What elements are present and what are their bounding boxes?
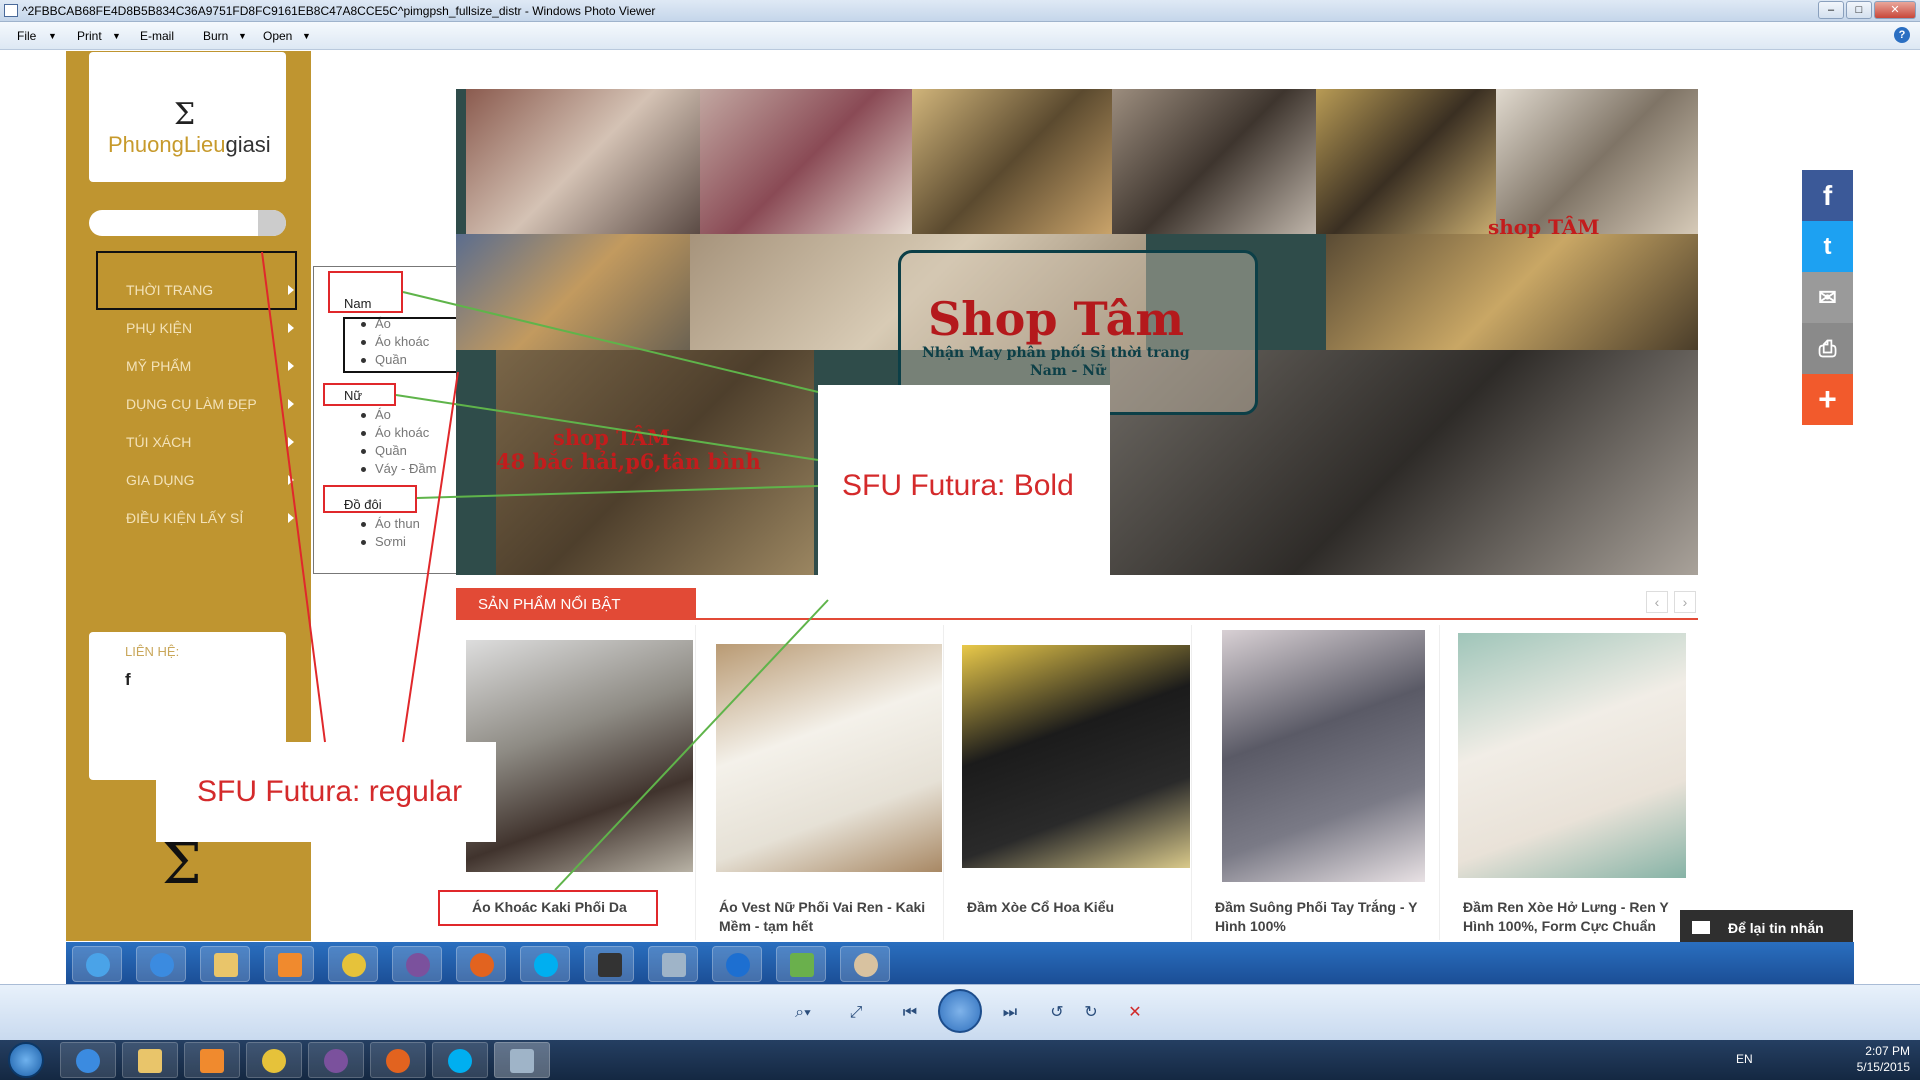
chrome-icon: [328, 946, 378, 982]
facebook-icon[interactable]: f: [1802, 170, 1853, 221]
slideshow-button[interactable]: [938, 989, 982, 1033]
viber-icon[interactable]: [308, 1042, 364, 1078]
leave-message-button[interactable]: Để lại tin nhắn: [1680, 910, 1853, 946]
firefox-icon: [456, 946, 506, 982]
viewer-controls: ⌕▾ ⤢ ⏮ ⏭ ↺ ↻ ✕: [0, 984, 1920, 1040]
twitter-icon[interactable]: t: [1802, 221, 1853, 272]
chrome-icon[interactable]: [246, 1042, 302, 1078]
language-indicator[interactable]: EN: [1736, 1052, 1753, 1066]
print-icon[interactable]: ⎙: [1802, 323, 1853, 374]
firefox-icon[interactable]: [370, 1042, 426, 1078]
control-panel-icon: [776, 946, 826, 982]
app-icon: [584, 946, 634, 982]
clock-date: 5/15/2015: [1856, 1060, 1910, 1074]
leave-message-label: Để lại tin nhắn: [1728, 920, 1824, 936]
viber-icon: [392, 946, 442, 982]
start-icon: [72, 946, 122, 982]
folder-icon: [200, 946, 250, 982]
folder-icon[interactable]: [122, 1042, 178, 1078]
paint-icon: [840, 946, 890, 982]
skype-icon: [520, 946, 570, 982]
media-icon: [264, 946, 314, 982]
media-player-icon[interactable]: [184, 1042, 240, 1078]
rotate-left-icon[interactable]: ↺: [1046, 999, 1068, 1027]
photo-viewer-icon[interactable]: [494, 1042, 550, 1078]
delete-icon[interactable]: ✕: [1124, 999, 1146, 1027]
rotate-right-icon[interactable]: ↻: [1080, 999, 1102, 1027]
system-clock[interactable]: 2:07 PM 5/15/2015: [1857, 1043, 1910, 1075]
calculator-icon: [648, 946, 698, 982]
skype-icon[interactable]: [432, 1042, 488, 1078]
teamviewer-icon: [712, 946, 762, 982]
envelope-icon: [1692, 921, 1710, 934]
plus-icon[interactable]: +: [1802, 374, 1853, 425]
zoom-icon[interactable]: ⌕▾: [788, 999, 818, 1027]
next-icon[interactable]: ⏭: [998, 999, 1022, 1027]
ie-icon: [136, 946, 186, 982]
start-button[interactable]: [8, 1042, 44, 1078]
clock-time: 2:07 PM: [1865, 1044, 1910, 1058]
annotation-lines: [261, 251, 829, 891]
email-icon[interactable]: ✉: [1802, 272, 1853, 323]
previous-icon[interactable]: ⏮: [898, 999, 922, 1027]
ie-icon[interactable]: [60, 1042, 116, 1078]
fit-to-window-icon[interactable]: ⤢: [844, 999, 868, 1027]
